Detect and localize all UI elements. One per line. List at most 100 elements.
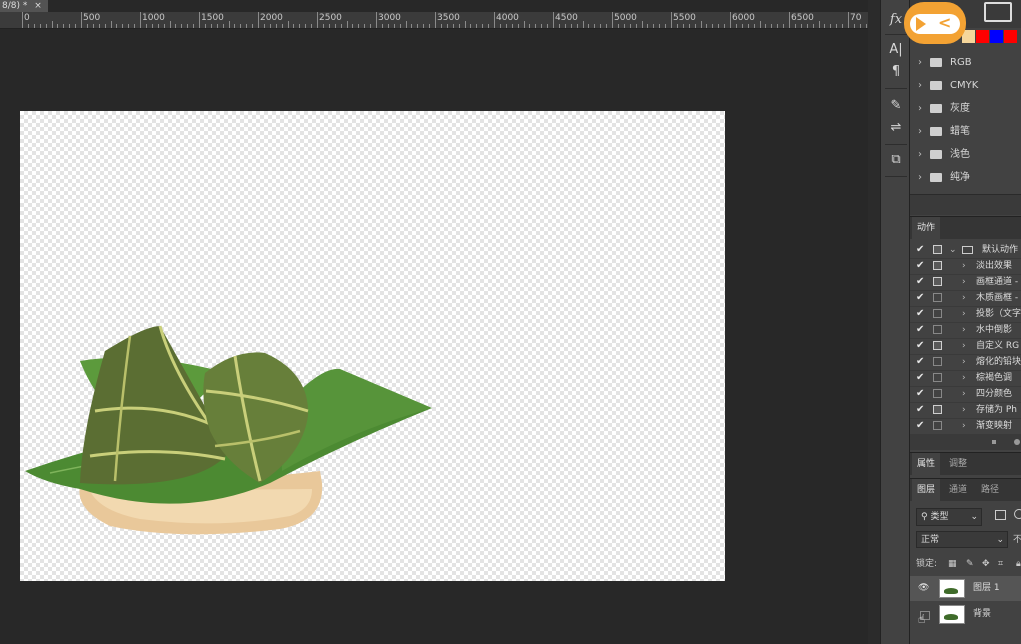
chevron-right-icon[interactable]: › [962,354,966,370]
dialog-toggle-icon[interactable] [933,389,942,398]
chevron-right-icon[interactable]: › [962,370,966,386]
adjustment-filter-icon[interactable] [1014,509,1021,519]
styles-folder-rgb[interactable]: › RGB [912,51,1021,74]
tab-adjustments[interactable]: 调整 [944,453,972,475]
action-item[interactable]: ✔ › 水中倒影 [910,322,1021,339]
check-icon[interactable]: ✔ [916,274,924,290]
chevron-right-icon[interactable]: › [962,402,966,418]
hand-cursor-icon: ☝ [918,612,926,626]
dialog-toggle-icon[interactable] [933,405,942,414]
ruler-tick [511,24,513,28]
chevron-right-icon[interactable]: › [962,338,966,354]
adjustments-icon[interactable]: ⇌ [885,118,907,138]
layer-row-background[interactable]: 背景 [910,602,1021,627]
lock-transparency-icon[interactable]: ▦ [948,556,957,572]
document-tab[interactable]: 8/8) * × [0,0,48,12]
record-icon[interactable] [1014,439,1020,445]
dialog-toggle-icon[interactable] [933,277,942,286]
lock-paint-icon[interactable]: ✎ [966,556,974,572]
tab-paths[interactable]: 路径 [976,479,1004,501]
panel-divider[interactable] [868,0,880,644]
layer-row-layer1[interactable]: 👁︎ 图层 1 [910,576,1021,601]
stop-icon[interactable] [992,440,996,444]
layer-name[interactable]: 图层 1 [973,576,1000,601]
ruler-tick [140,12,141,28]
action-item[interactable]: ✔ › 棕褐色调 [910,370,1021,387]
chevron-down-icon[interactable]: ⌄ [949,242,957,258]
action-item[interactable]: ✔ › 四分颜色 [910,386,1021,403]
check-icon[interactable]: ✔ [916,242,924,258]
chevron-right-icon[interactable]: › [962,322,966,338]
chevron-right-icon[interactable]: › [962,306,966,322]
action-item[interactable]: ✔ › 自定义 RG [910,338,1021,355]
dialog-toggle-icon[interactable] [933,373,942,382]
ruler-tick [718,24,720,28]
styles-folder-grayscale[interactable]: › 灰度 [912,97,1021,120]
dialog-toggle-icon[interactable] [933,357,942,366]
paragraph-panel-icon[interactable]: ¶ [885,62,907,82]
styles-folder-light[interactable]: › 浅色 [912,143,1021,166]
dialog-toggle-icon[interactable] [933,309,942,318]
styles-folder-cmyk[interactable]: › CMYK [912,74,1021,97]
action-item[interactable]: ✔ › 画框通道 - [910,274,1021,291]
check-icon[interactable]: ✔ [916,338,924,354]
tab-layers[interactable]: 图层 [912,479,941,501]
color-swatch[interactable] [976,30,989,43]
check-icon[interactable]: ✔ [916,402,924,418]
folder-icon [930,58,942,67]
action-item[interactable]: ✔ › 存储为 Ph [910,402,1021,419]
action-item[interactable]: ✔ › 投影（文字 [910,306,1021,323]
color-swatch[interactable] [1004,30,1017,43]
chevron-right-icon[interactable]: › [962,290,966,306]
chevron-right-icon[interactable]: › [962,258,966,274]
check-icon[interactable]: ✔ [916,370,924,386]
dialog-toggle-icon[interactable] [933,325,942,334]
dialog-toggle-icon[interactable] [933,293,942,302]
ruler-tick-label: 500 [83,13,101,23]
blend-mode-select[interactable]: 正常 ⌄ [916,531,1008,548]
dialog-toggle-icon[interactable] [933,421,942,430]
check-icon[interactable]: ✔ [916,306,924,322]
workspace-icon[interactable] [984,2,1012,22]
check-icon[interactable]: ✔ [916,354,924,370]
lock-position-icon[interactable]: ✥ [982,556,990,572]
action-set-name: 默认动作 [982,245,1019,255]
action-item[interactable]: ✔ › 熔化的铅块 [910,354,1021,371]
styles-folder-pure[interactable]: › 纯净 [912,166,1021,189]
eye-icon[interactable]: 👁︎ [918,576,929,601]
action-item[interactable]: ✔ › 渐变映射 [910,418,1021,435]
brush-settings-icon[interactable]: ✎ [885,96,907,116]
chevron-right-icon[interactable]: › [962,274,966,290]
image-filter-icon[interactable] [995,510,1006,520]
close-tab-icon[interactable]: × [34,1,42,11]
clone-source-icon[interactable]: ⧉ [885,150,907,170]
character-panel-icon[interactable]: A| [885,40,907,60]
lock-artboard-icon[interactable]: ⌗ [998,556,1003,572]
tab-actions[interactable]: 动作 [912,217,941,239]
dialog-toggle-icon[interactable] [933,261,942,270]
document-canvas[interactable] [20,111,725,581]
color-swatch[interactable] [990,30,1003,43]
dialog-toggle-icon[interactable] [933,341,942,350]
chevron-right-icon[interactable]: › [962,418,966,434]
check-icon[interactable]: ✔ [916,418,924,434]
action-item[interactable]: ✔ › 木质画框 - [910,290,1021,307]
action-set-row[interactable]: ✔ ⌄ 默认动作 [910,242,1021,259]
styles-folder-pastel[interactable]: › 蜡笔 [912,120,1021,143]
ruler-tick-label: 5500 [673,13,696,23]
layer-filter-select[interactable]: ⚲ 类型 ⌄ [916,508,982,526]
chevron-right-icon[interactable]: › [962,386,966,402]
ruler-tick [57,24,59,28]
lock-all-icon[interactable]: 🔒︎ [1016,556,1021,572]
layer-name[interactable]: 背景 [973,602,991,627]
tab-properties[interactable]: 属性 [912,453,941,475]
tab-channels[interactable]: 通道 [944,479,972,501]
check-icon[interactable]: ✔ [916,258,924,274]
check-icon[interactable]: ✔ [916,386,924,402]
ruler-tick [452,24,454,28]
folder-label: 纯净 [950,172,970,183]
check-icon[interactable]: ✔ [916,290,924,306]
action-item[interactable]: ✔ › 淡出效果 [910,258,1021,275]
dialog-toggle-icon[interactable] [933,245,942,254]
check-icon[interactable]: ✔ [916,322,924,338]
